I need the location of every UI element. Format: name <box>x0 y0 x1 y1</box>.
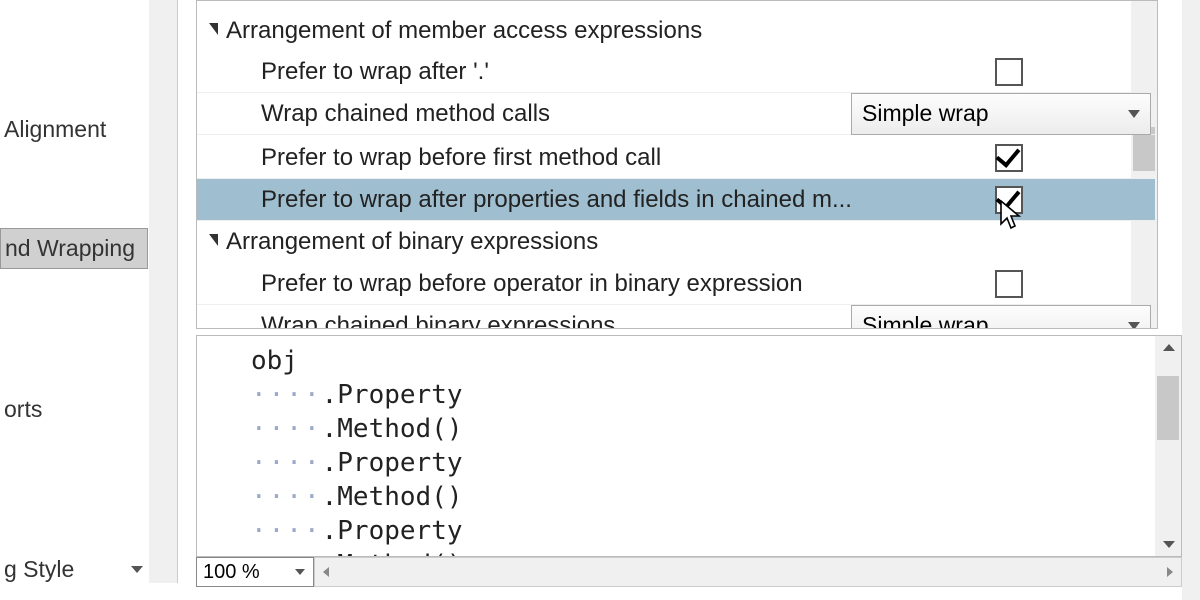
chevron-down-icon <box>1128 110 1140 118</box>
code-line: ····.Property <box>251 378 1181 412</box>
option-label: Wrap chained binary expressions <box>261 312 851 330</box>
option-label: Prefer to wrap after properties and fiel… <box>261 186 981 214</box>
option-label: Prefer to wrap after '.' <box>261 58 861 86</box>
chevron-down-icon[interactable] <box>131 566 143 573</box>
dropdown-value: Simple wrap <box>862 312 989 329</box>
preview-scrollbar[interactable] <box>1155 336 1181 556</box>
settings-panel: Arrangement of member access expressions… <box>196 0 1158 329</box>
sidebar-item-imports[interactable]: orts <box>0 388 46 431</box>
code-line: ····.Property <box>251 446 1181 480</box>
group-label: Arrangement of member access expressions <box>226 17 702 45</box>
code-line: obj <box>251 344 1181 378</box>
chevron-down-icon <box>1128 322 1140 330</box>
sidebar-scrollbar[interactable] <box>149 0 177 583</box>
dropdown-value: Simple wrap <box>862 100 989 127</box>
chevron-down-icon <box>295 569 305 575</box>
group-header-binary-expr[interactable]: Arrangement of binary expressions <box>197 221 1155 263</box>
expand-caret-icon <box>209 23 218 35</box>
option-wrap-after-props-fields[interactable]: Prefer to wrap after properties and fiel… <box>197 179 1155 221</box>
option-wrap-chained-binary[interactable]: Wrap chained binary expressions Simple w… <box>197 305 1155 329</box>
bottom-bar: 100 % <box>196 557 1182 587</box>
expand-caret-icon <box>209 234 218 246</box>
chevron-left-icon[interactable] <box>323 567 329 577</box>
code-block: obj ····.Property ····.Method() ····.Pro… <box>197 336 1181 557</box>
code-line: ····.Property <box>251 514 1181 548</box>
code-line: ····.Method() <box>251 548 1181 557</box>
code-line: ····.Method() <box>251 480 1181 514</box>
option-wrap-chained-calls[interactable]: Wrap chained method calls Simple wrap <box>197 93 1155 135</box>
sidebar: Alignment nd Wrapping orts g Style <box>0 0 178 583</box>
option-label: Prefer to wrap before operator in binary… <box>261 270 861 298</box>
zoom-dropdown[interactable]: 100 % <box>196 557 314 587</box>
chevron-up-icon[interactable] <box>1163 344 1175 351</box>
checkbox[interactable] <box>995 58 1023 86</box>
sidebar-item-style[interactable]: g Style <box>0 548 78 591</box>
option-wrap-before-operator[interactable]: Prefer to wrap before operator in binary… <box>197 263 1155 305</box>
sidebar-item-alignment[interactable]: Alignment <box>0 108 110 151</box>
group-label: Arrangement of binary expressions <box>226 228 598 256</box>
zoom-value: 100 % <box>203 561 260 584</box>
scrollbar-thumb[interactable] <box>1157 376 1179 440</box>
option-label: Prefer to wrap before first method call <box>261 144 861 172</box>
chevron-down-icon[interactable] <box>1163 541 1175 548</box>
checkbox[interactable] <box>995 144 1023 172</box>
option-wrap-after-dot[interactable]: Prefer to wrap after '.' <box>197 51 1155 93</box>
checkbox[interactable] <box>995 186 1023 214</box>
outer-scrollbar[interactable] <box>1182 0 1200 600</box>
dropdown-wrap-binary[interactable]: Simple wrap <box>851 305 1151 330</box>
sidebar-item-wrapping[interactable]: nd Wrapping <box>0 228 148 269</box>
dropdown-wrap-chained[interactable]: Simple wrap <box>851 93 1151 135</box>
code-preview: obj ····.Property ····.Method() ····.Pro… <box>196 335 1182 557</box>
option-wrap-before-first-call[interactable]: Prefer to wrap before first method call <box>197 137 1155 179</box>
group-header-member-access[interactable]: Arrangement of member access expressions <box>197 11 1155 51</box>
option-label: Wrap chained method calls <box>261 100 851 128</box>
checkbox[interactable] <box>995 270 1023 298</box>
code-line: ····.Method() <box>251 412 1181 446</box>
horizontal-scrollbar[interactable] <box>314 557 1182 587</box>
chevron-right-icon[interactable] <box>1167 567 1173 577</box>
